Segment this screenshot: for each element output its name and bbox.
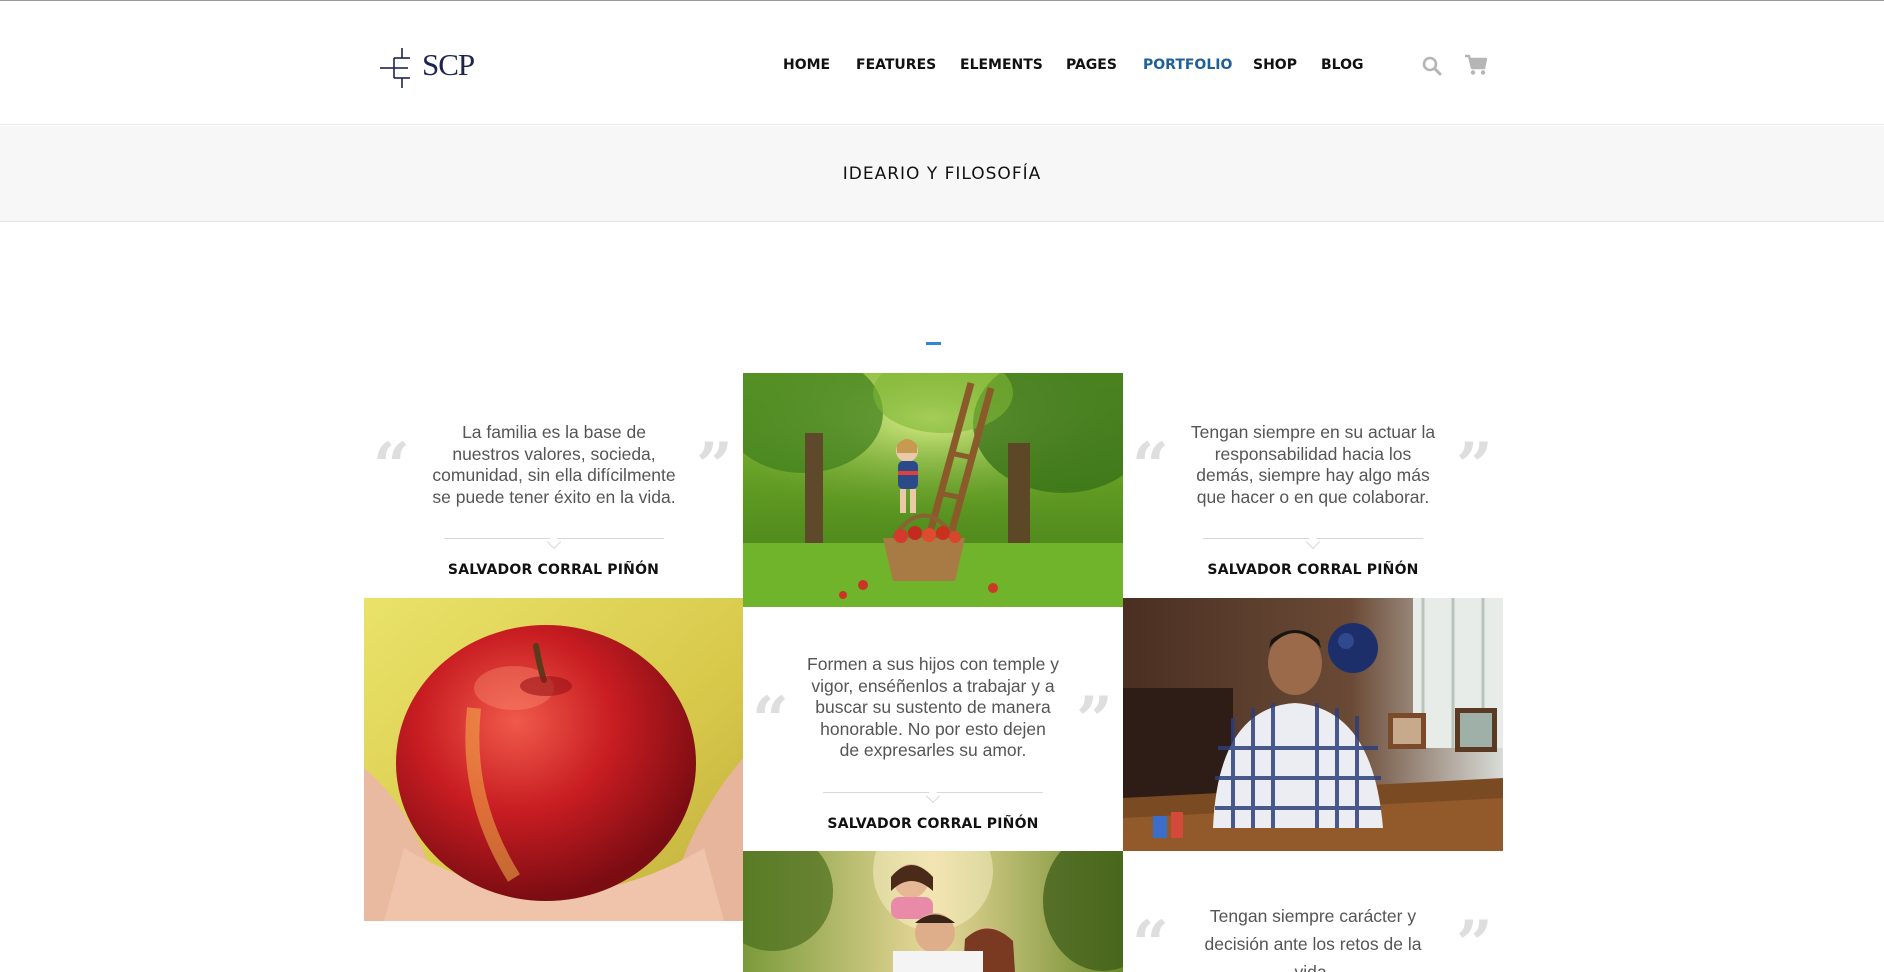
open-quote-icon: “ bbox=[1132, 907, 1169, 972]
nav-portfolio[interactable]: PORTFOLIO bbox=[1143, 57, 1232, 73]
quote-line: que hacer o en que colaborar. bbox=[1196, 486, 1430, 507]
open-quote-icon: “ bbox=[373, 429, 410, 504]
quote-line: buscar su sustento de manera bbox=[815, 697, 1051, 717]
quote-line: Tengan siempre en su actuar la bbox=[1190, 422, 1436, 442]
page-title-band: IDEARIO Y FILOSOFÍA bbox=[0, 126, 1884, 222]
quote-line: Tengan siempre carácter y bbox=[1209, 906, 1417, 926]
close-quote-icon: ” bbox=[1456, 429, 1493, 504]
photo-apple-hands bbox=[364, 598, 743, 921]
quote-card: “ ” Tengan siempre en su actuar la respo… bbox=[1123, 373, 1503, 598]
quote-line: demás, siempre hay algo más bbox=[1196, 465, 1430, 485]
quote-line: La familia es la base de bbox=[462, 422, 646, 442]
open-quote-icon: “ bbox=[1132, 429, 1169, 504]
close-quote-icon: ” bbox=[696, 429, 733, 504]
photo-man-at-desk bbox=[1123, 598, 1503, 851]
quote-line: vigor, enséñenlos a trabajar y a bbox=[811, 675, 1055, 696]
nav-features[interactable]: FEATURES bbox=[856, 57, 936, 73]
nav-shop[interactable]: SHOP bbox=[1253, 57, 1297, 73]
photo-orchard-child bbox=[743, 373, 1123, 607]
close-quote-icon: ” bbox=[1076, 683, 1113, 758]
open-quote-icon: “ bbox=[752, 683, 789, 758]
quote-text: Formen a sus hijos con temple y vigor, e… bbox=[797, 654, 1069, 762]
quote-author: SALVADOR CORRAL PIÑÓN bbox=[1207, 562, 1419, 578]
quote-card: “ ” Tengan siempre carácter y decisión a… bbox=[1123, 851, 1503, 972]
quote-text: Tengan siempre carácter y decisión ante … bbox=[1177, 902, 1449, 972]
quote-text: Tengan siempre en su actuar la responsab… bbox=[1177, 422, 1449, 508]
nav-home[interactable]: HOME bbox=[783, 57, 830, 73]
quote-line: comunidad, sin ella difícilmente bbox=[432, 465, 676, 485]
quote-line: responsabilidad hacia los bbox=[1214, 443, 1412, 464]
site-header: SCP HOME FEATURES ELEMENTS PAGES PORTFOL… bbox=[0, 1, 1884, 125]
quote-line: decisión ante los retos de la bbox=[1204, 934, 1422, 954]
quote-text: La familia es la base de nuestros valore… bbox=[418, 422, 690, 508]
quote-author: SALVADOR CORRAL PIÑÓN bbox=[827, 816, 1039, 832]
quote-divider bbox=[1203, 534, 1423, 550]
quote-author: SALVADOR CORRAL PIÑÓN bbox=[447, 562, 660, 578]
logo-mark-icon bbox=[380, 48, 410, 88]
close-quote-icon: ” bbox=[1456, 907, 1493, 972]
quote-line: nuestros valores, socieda, bbox=[452, 443, 656, 464]
quote-divider bbox=[823, 788, 1043, 804]
quote-line: se puede tener éxito en la vida. bbox=[432, 486, 676, 507]
quote-line: vida. bbox=[1294, 962, 1332, 972]
logo-text: SCP bbox=[422, 47, 475, 82]
quote-line: Formen a sus hijos con temple y bbox=[807, 654, 1059, 674]
cart-icon[interactable] bbox=[1464, 54, 1488, 76]
accent-divider bbox=[926, 342, 941, 345]
page-title: IDEARIO Y FILOSOFÍA bbox=[842, 164, 1042, 184]
nav-elements[interactable]: ELEMENTS bbox=[960, 57, 1043, 73]
nav-pages[interactable]: PAGES bbox=[1066, 57, 1117, 73]
quote-card: “ ” Formen a sus hijos con temple y vigo… bbox=[743, 607, 1123, 851]
search-icon[interactable] bbox=[1422, 56, 1442, 76]
quote-card: “ ” La familia es la base de nuestros va… bbox=[364, 373, 743, 598]
photo-family bbox=[743, 851, 1123, 972]
logo[interactable]: SCP bbox=[380, 46, 476, 88]
quote-line: de expresarles su amor. bbox=[839, 740, 1027, 760]
nav-blog[interactable]: BLOG bbox=[1321, 57, 1364, 73]
quote-divider bbox=[444, 534, 664, 550]
quote-line: honorable. No por esto dejen bbox=[820, 718, 1046, 739]
